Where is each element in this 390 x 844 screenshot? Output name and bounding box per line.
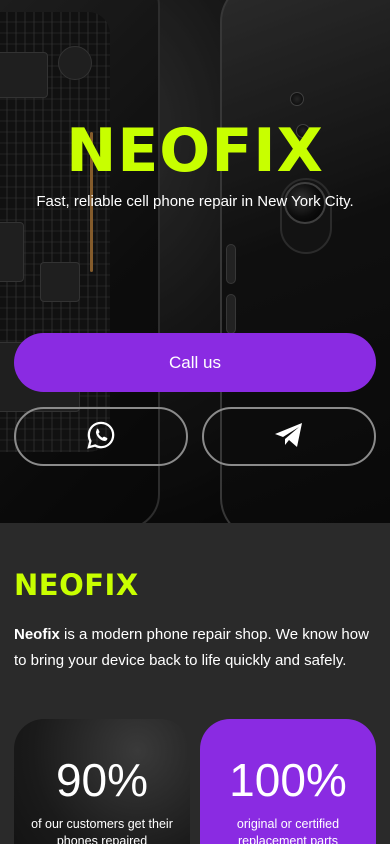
telegram-button[interactable] [202,407,376,466]
whatsapp-icon [86,420,116,453]
call-us-button[interactable]: Call us [14,333,376,392]
hero-tagline: Fast, reliable cell phone repair in New … [36,193,354,210]
about-title: NEOFIX [14,568,139,602]
stat-label: original or certified replacement parts [236,817,340,844]
stat-card-customers: 90% of our customers get their phones re… [14,719,190,844]
about-brand-bold: Neofix [14,626,60,643]
about-text: Neofix is a modern phone repair shop. We… [14,622,376,674]
whatsapp-button[interactable] [14,407,188,466]
telegram-icon [273,421,305,452]
stat-value: 100% [229,754,347,806]
stat-label: of our customers get their phones repair… [31,817,173,844]
hero-brand-title: NEOFIX [66,116,324,186]
hero-section: NEOFIX Fast, reliable cell phone repair … [0,0,390,523]
stat-card-parts: 100% original or certified replacement p… [200,719,376,844]
stat-value: 90% [55,754,149,806]
about-text-rest: is a modern phone repair shop. We know h… [14,626,369,669]
